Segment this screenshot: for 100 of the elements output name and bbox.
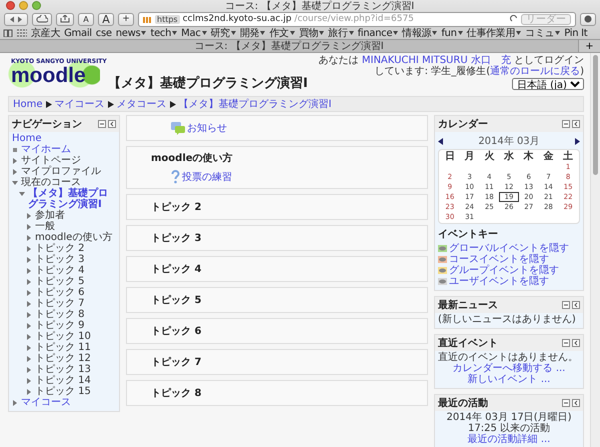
dock-icon[interactable] <box>572 120 580 128</box>
nav-item[interactable]: トピック 11 <box>35 342 91 353</box>
nav-item[interactable]: トピック 2 <box>35 243 85 254</box>
login-info: あなたは MINAKUCHI MITSURU 水口 充 としてログインしています: 学生_履修生(通常のロールに戻る) <box>318 55 584 77</box>
block-title: 直近イベント <box>438 336 498 350</box>
address-field[interactable]: https cclms2nd.kyoto-su.ac.jp /course/view.php?id=6575 リーダー <box>138 12 576 26</box>
activity-details-link[interactable]: 最近の活動詳細 ... <box>468 434 550 445</box>
event-key-link[interactable]: グループイベントを隠す <box>449 265 559 276</box>
nav-item[interactable]: トピック 5 <box>35 276 85 287</box>
font-size-button[interactable]: A <box>78 12 94 26</box>
downloads-button[interactable] <box>580 12 596 26</box>
section-title: トピック 7 <box>151 356 202 369</box>
bookmark-item[interactable]: 作文 <box>269 26 295 40</box>
bookmark-item[interactable]: 研究 <box>210 26 236 40</box>
url-scheme: https <box>155 14 180 24</box>
nav-item[interactable]: moodleの使い方 <box>35 232 112 243</box>
cloud-icon <box>36 15 48 23</box>
event-key-link[interactable]: コースイベントを隠す <box>449 254 549 265</box>
nav-item[interactable]: トピック 8 <box>35 309 85 320</box>
nav-link[interactable]: 【メタ】基礎プログラミング演習I <box>28 188 116 210</box>
question-mark-icon <box>171 170 180 184</box>
nav-item[interactable]: トピック 14 <box>35 375 91 386</box>
collapse-icon[interactable] <box>562 399 570 407</box>
font-size-button[interactable]: A <box>98 12 114 26</box>
nav-item[interactable]: トピック 10 <box>35 331 91 342</box>
bookmark-item[interactable]: Pin It <box>564 28 588 38</box>
zoom-icon[interactable] <box>32 1 41 10</box>
activity-link[interactable]: 投票の練習 <box>182 170 232 184</box>
nav-item[interactable]: トピック 13 <box>35 364 91 375</box>
dock-icon[interactable] <box>572 399 580 407</box>
nav-link[interactable]: Home <box>12 133 42 144</box>
nav-item[interactable]: トピック 12 <box>35 353 91 364</box>
bookmark-item[interactable]: 京産大 <box>31 26 60 40</box>
new-tab-button[interactable]: + <box>578 40 600 52</box>
weekday-label: 金 <box>542 151 554 162</box>
cloud-button[interactable] <box>32 12 52 26</box>
caret-icon <box>393 31 398 35</box>
nav-item[interactable]: トピック 6 <box>35 287 85 298</box>
nav-item[interactable]: マイプロファイル <box>21 166 101 177</box>
close-icon[interactable] <box>6 1 15 10</box>
window-title: コース: 【メタ】基礎プログラミング演習I <box>224 0 416 12</box>
activity-link[interactable]: お知らせ <box>187 121 227 135</box>
caret-icon <box>202 31 207 35</box>
event-link[interactable]: 新しいイベント ... <box>468 374 550 385</box>
reload-icon[interactable] <box>510 15 518 23</box>
bookmark-item[interactable]: コミュ <box>525 26 560 40</box>
breadcrumb-link[interactable]: メタコース <box>116 97 167 111</box>
dock-icon[interactable] <box>572 339 580 347</box>
nav-item[interactable]: トピック 9 <box>35 320 85 331</box>
role-link[interactable]: 通常のロールに戻る <box>490 66 580 77</box>
grid-icon[interactable] <box>17 29 27 37</box>
book-icon[interactable] <box>3 29 13 37</box>
nav-item[interactable]: トピック 7 <box>35 298 85 309</box>
nav-item[interactable]: 一般 <box>35 221 55 232</box>
collapse-icon[interactable] <box>562 120 570 128</box>
bookmark-item[interactable]: cse <box>96 28 112 38</box>
bookmark-item[interactable]: tech <box>150 28 178 38</box>
collapse-icon[interactable] <box>562 339 570 347</box>
breadcrumb-link[interactable]: Home <box>13 98 43 110</box>
bookmark-item[interactable]: finance <box>358 28 398 38</box>
bookmark-item[interactable]: 開発 <box>240 26 266 40</box>
dock-icon[interactable] <box>572 301 580 309</box>
dock-icon[interactable] <box>108 120 116 128</box>
event-link[interactable]: カレンダーへ移動する ... <box>452 363 566 374</box>
bookmark-item[interactable]: Gmail <box>64 28 92 38</box>
nav-link[interactable]: マイホーム <box>21 144 71 155</box>
event-key-link[interactable]: グローバルイベントを隠す <box>449 243 569 254</box>
nav-item[interactable]: トピック 4 <box>35 265 85 276</box>
bookmark-item[interactable]: fun <box>441 28 463 38</box>
scrollbar-thumb[interactable] <box>593 55 598 175</box>
breadcrumb-link[interactable]: マイコース <box>54 97 105 111</box>
site-icon <box>143 15 152 23</box>
language-select[interactable]: 日本語 (ja) <box>512 78 584 90</box>
back-forward-button[interactable] <box>4 12 28 26</box>
collapse-icon[interactable] <box>562 301 570 309</box>
browser-tab[interactable]: コース: 【メタ】基礎プログラミング演習I <box>0 39 578 53</box>
nav-item[interactable]: トピック 3 <box>35 254 85 265</box>
nav-item[interactable]: サイトページ <box>21 155 81 166</box>
nav-item[interactable]: 現在のコース <box>21 177 81 188</box>
bookmark-item[interactable]: 情報源 <box>402 26 438 40</box>
collapsed-triangle-icon[interactable] <box>12 400 18 406</box>
separator-arrow-icon <box>46 100 52 108</box>
event-key-link[interactable]: ユーザイベントを隠す <box>449 276 549 287</box>
bookmark-item[interactable]: 買物 <box>298 26 324 40</box>
share-button[interactable] <box>56 12 74 26</box>
bookmark-item[interactable]: 旅行 <box>328 26 354 40</box>
user-link[interactable]: MINAKUCHI MITSURU 水口 充 <box>362 55 511 66</box>
breadcrumb-link[interactable]: 【メタ】基礎プログラミング演習I <box>178 97 332 111</box>
nav-item[interactable]: 参加者 <box>35 210 65 221</box>
previous-month-icon[interactable] <box>438 138 443 144</box>
add-button[interactable]: + <box>118 12 134 26</box>
activity-date: 17:25 以来の活動 <box>468 423 550 434</box>
bookmark-item[interactable]: Mac <box>181 28 207 38</box>
collapse-icon[interactable] <box>98 120 106 128</box>
next-month-icon[interactable] <box>574 138 580 144</box>
bookmark-item[interactable]: 仕事作業用 <box>466 26 522 40</box>
minimize-icon[interactable] <box>19 1 28 10</box>
bookmark-item[interactable]: news <box>116 28 146 38</box>
nav-link[interactable]: マイコース <box>21 397 71 408</box>
nav-item[interactable]: トピック 15 <box>35 386 91 397</box>
